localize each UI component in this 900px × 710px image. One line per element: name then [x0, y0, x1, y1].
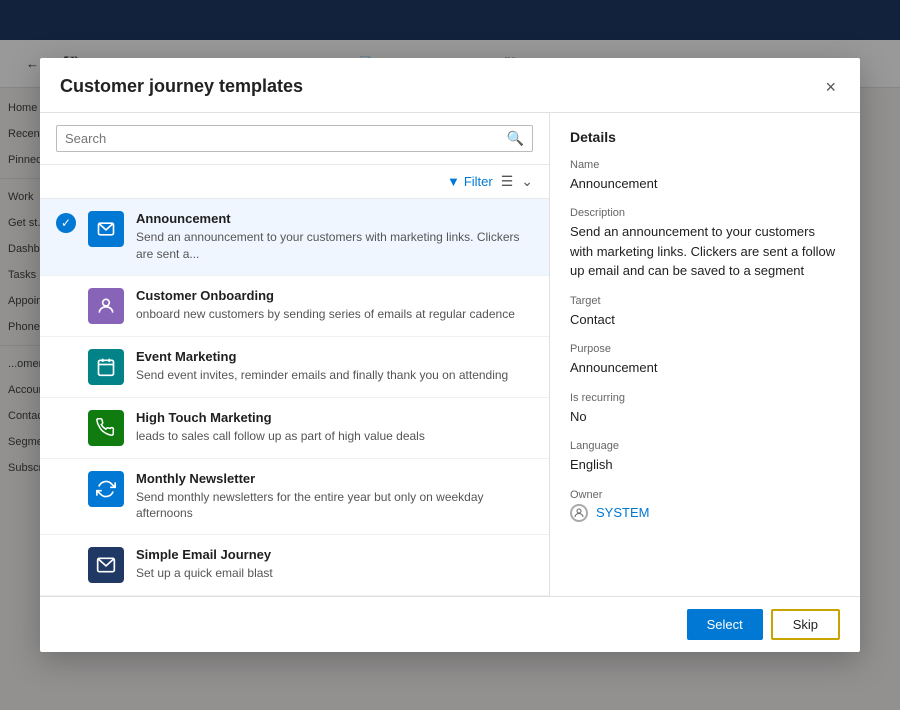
search-icon: 🔍 — [507, 130, 524, 147]
name-value: Announcement — [570, 174, 840, 194]
name-label: Name — [570, 159, 840, 171]
recurring-label: Is recurring — [570, 392, 840, 404]
simple-email-journey-desc: Set up a quick email blast — [136, 565, 533, 582]
template-item-simple-email-journey[interactable]: Simple Email Journey Set up a quick emai… — [40, 535, 549, 596]
list-view-icon: ☰ — [501, 173, 514, 190]
customer-onboarding-name: Customer Onboarding — [136, 288, 533, 303]
monthly-newsletter-desc: Send monthly newsletters for the entire … — [136, 489, 533, 523]
monthly-newsletter-name: Monthly Newsletter — [136, 471, 533, 486]
announcement-desc: Send an announcement to your customers w… — [136, 229, 533, 263]
modal-overlay: Customer journey templates × 🔍 ▼ — [0, 0, 900, 710]
template-list: ✓ Announcement Send an announcement to y… — [40, 199, 549, 596]
owner-icon — [570, 504, 588, 522]
search-input-wrap[interactable]: 🔍 — [56, 125, 533, 152]
high-touch-marketing-icon — [88, 410, 124, 446]
select-button[interactable]: Select — [687, 609, 763, 640]
template-item-customer-onboarding[interactable]: Customer Onboarding onboard new customer… — [40, 276, 549, 337]
recurring-value: No — [570, 407, 840, 427]
filter-button[interactable]: ▼ Filter — [447, 174, 493, 189]
monthly-newsletter-text: Monthly Newsletter Send monthly newslett… — [136, 471, 533, 523]
template-item-high-touch-marketing[interactable]: High Touch Marketing leads to sales call… — [40, 398, 549, 459]
language-label: Language — [570, 440, 840, 452]
customer-onboarding-icon — [88, 288, 124, 324]
modal-body: 🔍 ▼ Filter ☰ ⌄ ✓ — [40, 113, 860, 596]
event-marketing-text: Event Marketing Send event invites, remi… — [136, 349, 533, 384]
detail-owner-group: Owner SYSTEM — [570, 489, 840, 522]
high-touch-marketing-desc: leads to sales call follow up as part of… — [136, 428, 533, 445]
event-marketing-name: Event Marketing — [136, 349, 533, 364]
simple-email-journey-text: Simple Email Journey Set up a quick emai… — [136, 547, 533, 582]
search-bar: 🔍 — [40, 113, 549, 165]
expand-icon: ⌄ — [521, 173, 533, 190]
owner-value: SYSTEM — [596, 505, 649, 520]
description-label: Description — [570, 207, 840, 219]
template-item-monthly-newsletter[interactable]: Monthly Newsletter Send monthly newslett… — [40, 459, 549, 536]
owner-row: SYSTEM — [570, 504, 840, 522]
purpose-label: Purpose — [570, 343, 840, 355]
template-item-event-marketing[interactable]: Event Marketing Send event invites, remi… — [40, 337, 549, 398]
filter-bar: ▼ Filter ☰ ⌄ — [40, 165, 549, 199]
modal-header: Customer journey templates × — [40, 58, 860, 113]
language-value: English — [570, 455, 840, 475]
left-panel: 🔍 ▼ Filter ☰ ⌄ ✓ — [40, 113, 550, 596]
target-label: Target — [570, 295, 840, 307]
filter-icon: ▼ — [447, 174, 460, 189]
detail-language-group: Language English — [570, 440, 840, 475]
announcement-icon — [88, 211, 124, 247]
customer-onboarding-desc: onboard new customers by sending series … — [136, 306, 533, 323]
details-panel: Details Name Announcement Description Se… — [550, 113, 860, 596]
monthly-newsletter-icon — [88, 471, 124, 507]
simple-email-journey-name: Simple Email Journey — [136, 547, 533, 562]
template-item-announcement[interactable]: ✓ Announcement Send an announcement to y… — [40, 199, 549, 276]
details-heading: Details — [570, 129, 840, 145]
customer-onboarding-text: Customer Onboarding onboard new customer… — [136, 288, 533, 323]
search-input[interactable] — [65, 131, 501, 146]
customer-journey-templates-modal: Customer journey templates × 🔍 ▼ — [40, 58, 860, 652]
announcement-text: Announcement Send an announcement to you… — [136, 211, 533, 263]
high-touch-marketing-text: High Touch Marketing leads to sales call… — [136, 410, 533, 445]
detail-name-group: Name Announcement — [570, 159, 840, 194]
selected-check-icon: ✓ — [56, 213, 76, 233]
event-marketing-icon — [88, 349, 124, 385]
filter-label: Filter — [464, 174, 493, 189]
target-value: Contact — [570, 310, 840, 330]
purpose-value: Announcement — [570, 358, 840, 378]
skip-button[interactable]: Skip — [771, 609, 840, 640]
detail-target-group: Target Contact — [570, 295, 840, 330]
detail-description-group: Description Send an announcement to your… — [570, 207, 840, 281]
modal-title: Customer journey templates — [60, 76, 303, 97]
detail-purpose-group: Purpose Announcement — [570, 343, 840, 378]
announcement-name: Announcement — [136, 211, 533, 226]
owner-label: Owner — [570, 489, 840, 501]
high-touch-marketing-name: High Touch Marketing — [136, 410, 533, 425]
description-value: Send an announcement to your customers w… — [570, 222, 840, 281]
modal-footer: Select Skip — [40, 596, 860, 652]
event-marketing-desc: Send event invites, reminder emails and … — [136, 367, 533, 384]
detail-recurring-group: Is recurring No — [570, 392, 840, 427]
close-button[interactable]: × — [821, 74, 840, 100]
simple-email-journey-icon — [88, 547, 124, 583]
